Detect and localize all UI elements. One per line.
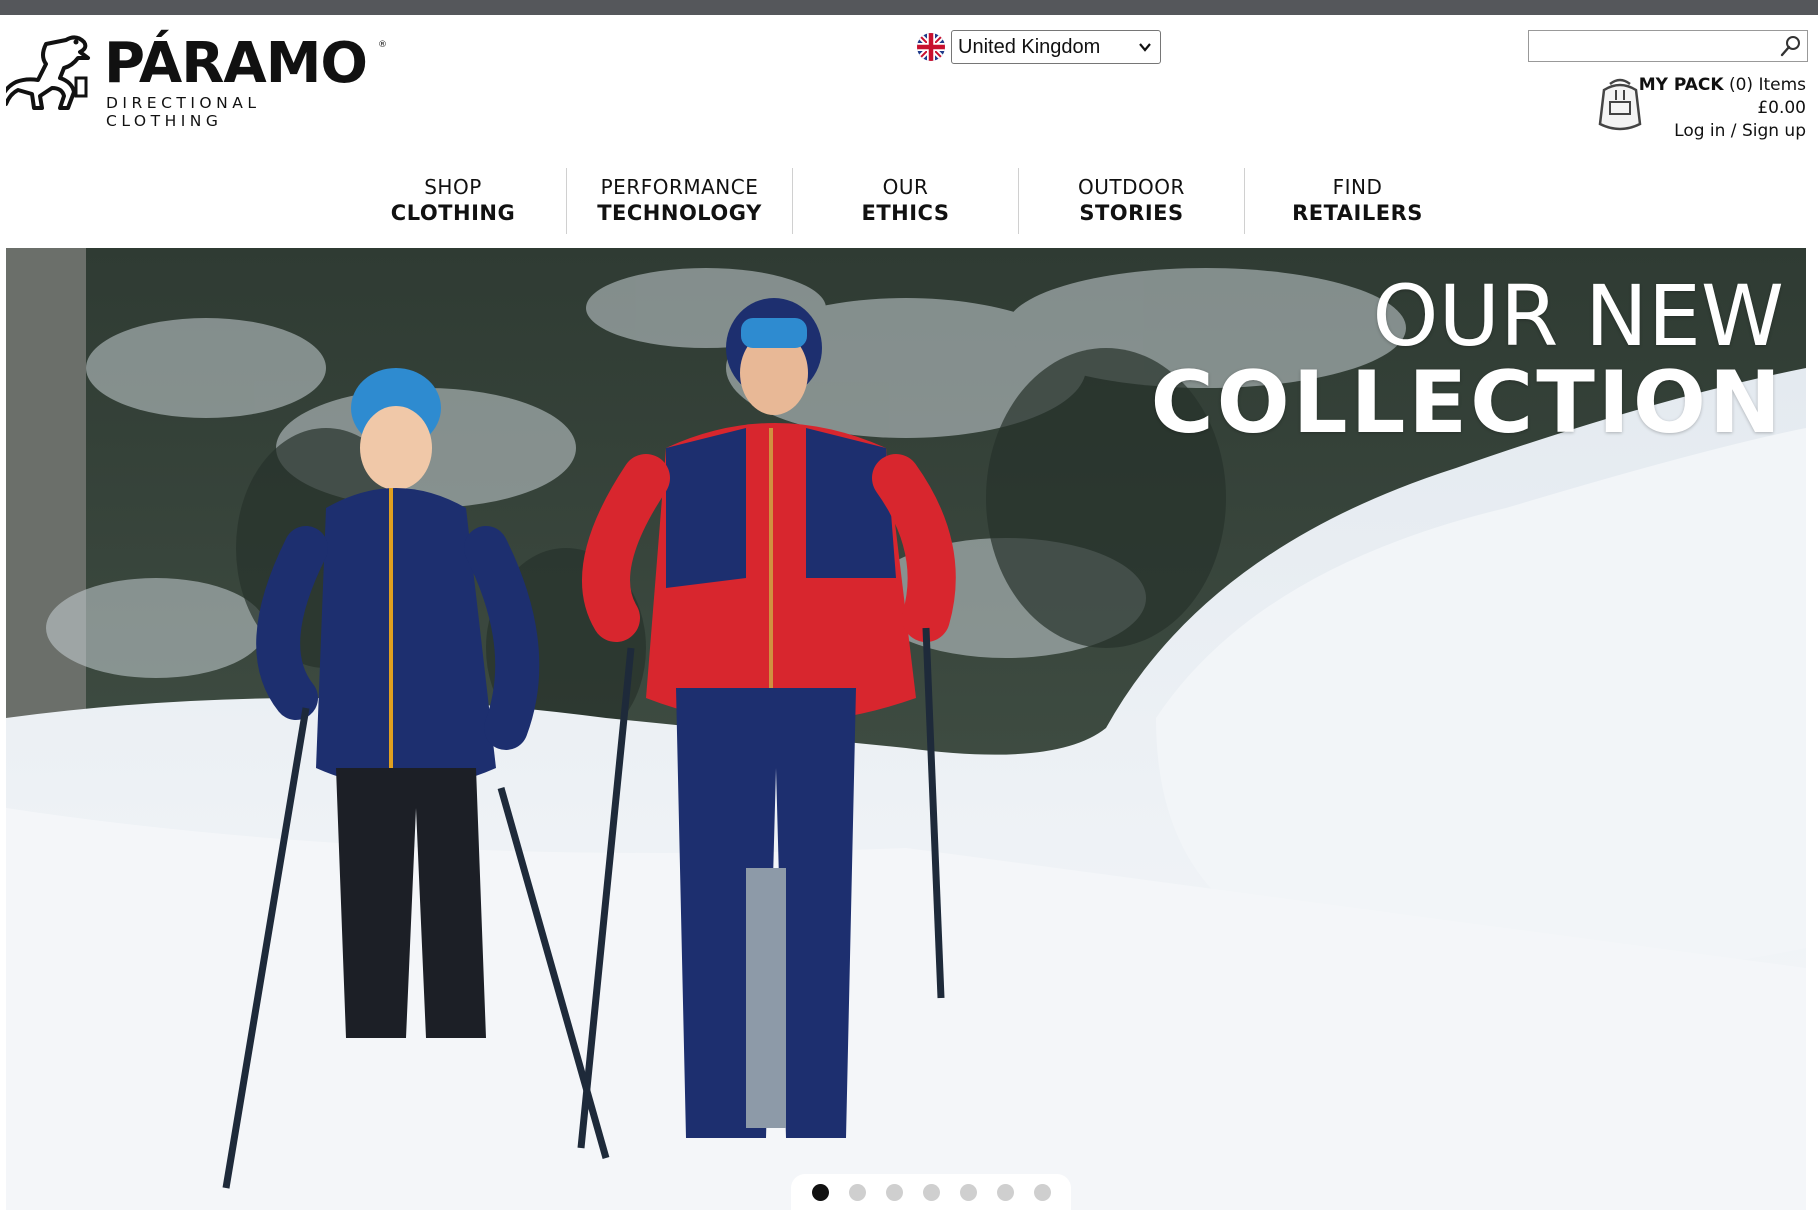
nav-item-label-top: OUR [882,175,929,199]
nav-item-label-top: SHOP [424,175,482,199]
carousel-dot[interactable] [1033,1183,1051,1201]
search-icon[interactable] [1779,34,1803,58]
nav-item-our-ethics[interactable]: OUR ETHICS [792,168,1018,234]
nav-item-label-top: OUTDOOR [1078,175,1185,199]
backpack-icon[interactable] [1596,76,1644,132]
nav-item-label-bottom: RETAILERS [1292,201,1423,225]
my-pack-summary[interactable]: MY PACK (0) Items £0.00 Log in / Sign up [1639,74,1806,143]
uk-flag-icon [917,33,945,61]
nav-item-label-bottom: TECHNOLOGY [597,201,762,225]
hero-carousel[interactable]: OUR NEW COLLECTION [6,248,1806,1210]
brand-logo[interactable]: PÁRAMO ® DIRECTIONAL CLOTHING [6,30,387,130]
carousel-dot[interactable] [885,1183,903,1201]
pack-item-count: (0) Items [1728,75,1806,95]
nav-item-outdoor-stories[interactable]: OUTDOOR STORIES [1018,168,1244,234]
nav-item-label-top: PERFORMANCE [600,175,759,199]
nav-item-label-bottom: STORIES [1079,201,1184,225]
logo-wordmark: PÁRAMO [104,31,368,96]
main-nav: SHOP CLOTHING PERFORMANCE TECHNOLOGY OUR… [340,168,1473,238]
nav-item-label-bottom: CLOTHING [390,201,516,225]
pack-total: £0.00 [1757,98,1806,118]
carousel-dot[interactable] [959,1183,977,1201]
pack-title: MY PACK [1638,75,1724,95]
login-signup-link[interactable]: Log in / Sign up [1674,121,1806,141]
logo-tagline: DIRECTIONAL CLOTHING [106,94,261,130]
carousel-dot[interactable] [848,1183,866,1201]
hero-headline-line1: OUR NEW [1372,267,1784,365]
search-input[interactable] [1529,31,1774,61]
carousel-dot[interactable] [996,1183,1014,1201]
nav-item-label-bottom: ETHICS [861,201,950,225]
pack-line: MY PACK (0) Items [1639,74,1806,97]
browser-top-bar [0,0,1818,15]
chevron-down-icon [1139,43,1151,52]
nav-item-performance-technology[interactable]: PERFORMANCE TECHNOLOGY [566,168,792,234]
carousel-pagination [791,1174,1071,1210]
nav-item-find-retailers[interactable]: FIND RETAILERS [1244,168,1470,234]
hero-headline-line2: COLLECTION [1150,353,1784,453]
logo-registered-mark: ® [378,40,387,50]
country-dropdown[interactable]: United Kingdom [951,30,1161,64]
carousel-dot[interactable] [922,1183,940,1201]
nav-item-label-top: FIND [1332,175,1383,199]
logo-mascot-icon [6,35,90,110]
carousel-dot[interactable] [811,1183,829,1201]
country-selector: United Kingdom [917,30,1161,64]
country-selected-label: United Kingdom [958,35,1101,58]
search-box [1528,30,1808,62]
nav-item-shop-clothing[interactable]: SHOP CLOTHING [340,168,566,234]
